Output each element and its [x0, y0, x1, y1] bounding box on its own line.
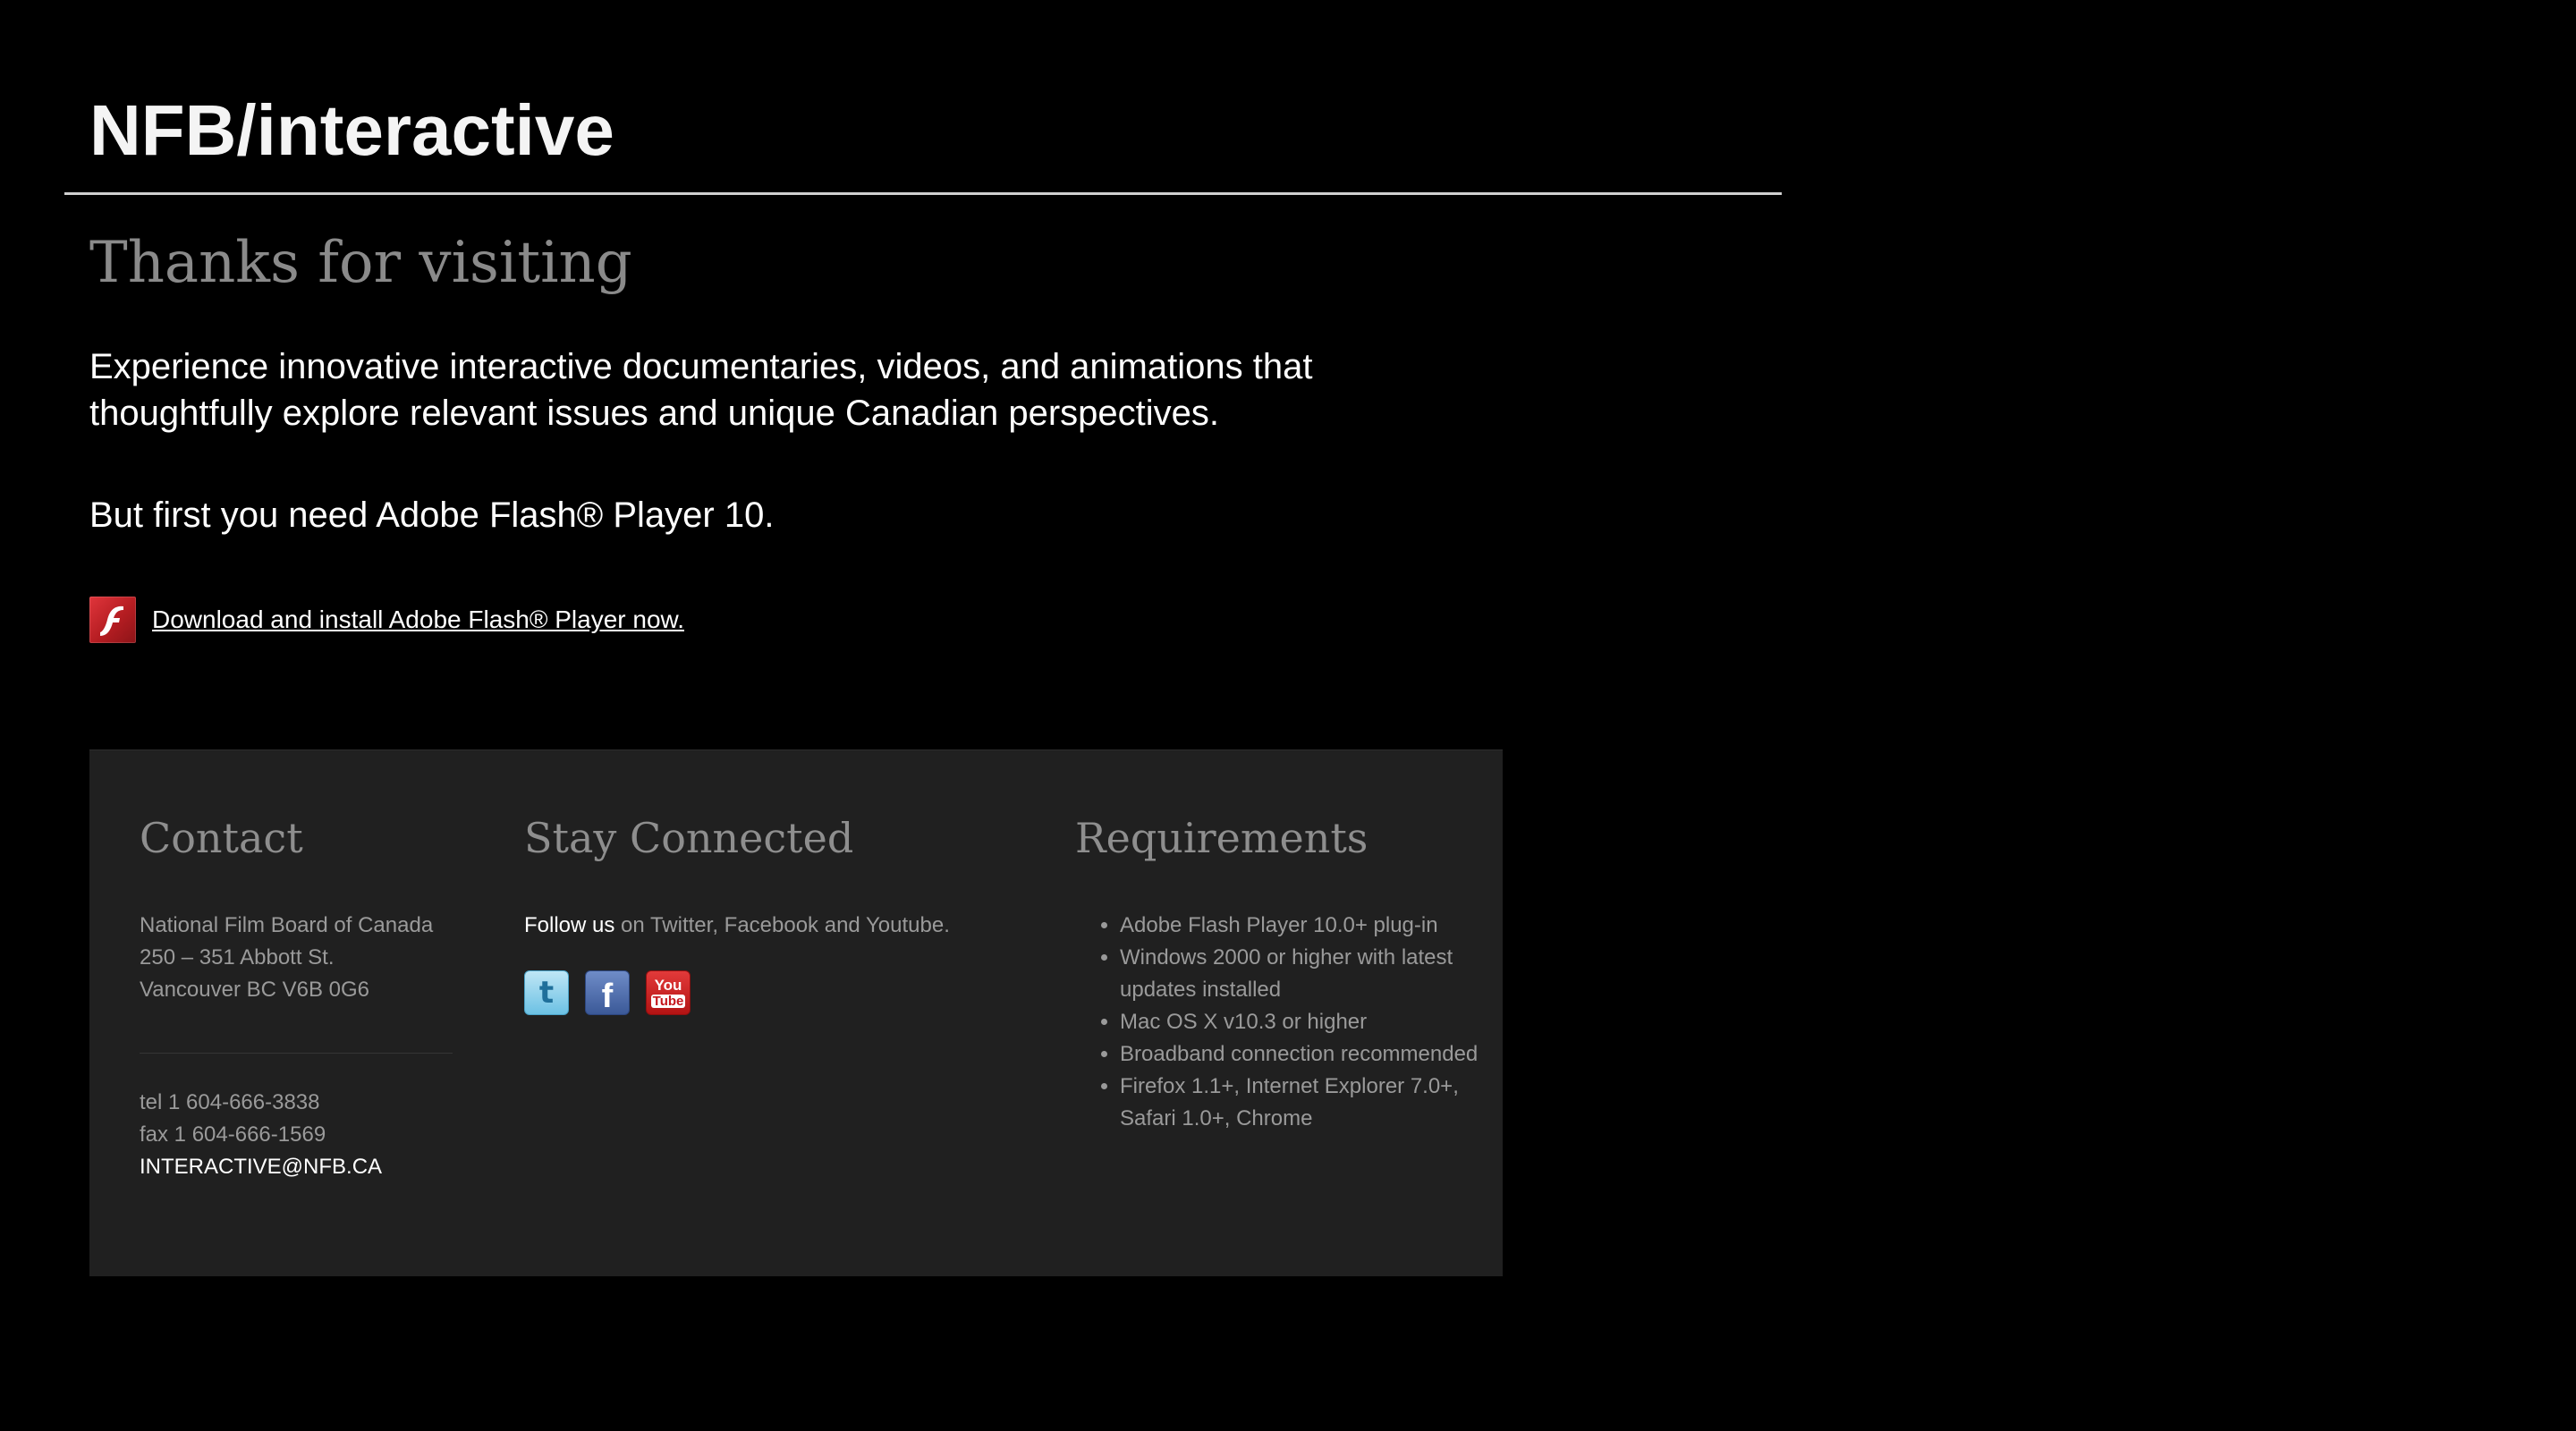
- contact-email-link[interactable]: INTERACTIVE@NFB.CA: [140, 1151, 382, 1183]
- intro-text: Experience innovative interactive docume…: [89, 347, 1313, 433]
- address-line: National Film Board of Canada: [140, 913, 434, 937]
- address-line: Vancouver BC V6B 0G6: [140, 978, 370, 1002]
- footer-panel: Contact National Film Board of Canada 25…: [89, 749, 1503, 1276]
- title-divider: [64, 192, 1782, 195]
- fax-number: fax 1 604-666-1569: [140, 1122, 326, 1147]
- contact-address: National Film Board of Canada 250 – 351 …: [140, 910, 433, 1006]
- list-item: Firefox 1.1+, Internet Explorer 7.0+, Sa…: [1120, 1071, 1504, 1135]
- contact-phone: tel 1 604-666-3838 fax 1 604-666-1569 IN…: [140, 1087, 382, 1183]
- twitter-icon[interactable]: t: [524, 970, 569, 1015]
- tel-number: tel 1 604-666-3838: [140, 1090, 320, 1114]
- requirements-heading: Requirements: [1075, 814, 1368, 862]
- facebook-icon[interactable]: f: [585, 970, 630, 1015]
- list-item: Windows 2000 or higher with latest updat…: [1120, 942, 1504, 1006]
- follow-text: Follow us on Twitter, Facebook and Youtu…: [524, 910, 950, 942]
- flash-player-icon[interactable]: [89, 597, 136, 643]
- facebook-glyph: f: [601, 978, 614, 1015]
- contact-heading: Contact: [140, 814, 303, 862]
- list-item: Mac OS X v10.3 or higher: [1120, 1006, 1504, 1038]
- address-line: 250 – 351 Abbott St.: [140, 945, 335, 970]
- download-row: Download and install Adobe Flash® Player…: [89, 596, 684, 644]
- twitter-glyph: t: [538, 975, 555, 1011]
- follow-us-link[interactable]: Follow us: [524, 913, 614, 937]
- list-item: Broadband connection recommended: [1120, 1038, 1504, 1071]
- requirements-list: Adobe Flash Player 10.0+ plug-in Windows…: [1088, 910, 1504, 1135]
- youtube-tube-text: Tube: [650, 994, 686, 1009]
- contact-divider: [140, 1053, 453, 1054]
- follow-rest: on Twitter, Facebook and Youtube.: [614, 913, 950, 937]
- youtube-you-text: You: [654, 977, 682, 994]
- youtube-icon[interactable]: You Tube: [646, 970, 691, 1015]
- social-icons: t f You Tube: [524, 970, 691, 1015]
- stay-connected-heading: Stay Connected: [524, 814, 854, 862]
- list-item: Adobe Flash Player 10.0+ plug-in: [1120, 910, 1504, 942]
- page-heading: Thanks for visiting: [89, 230, 632, 296]
- flash-requirement-text: But first you need Adobe Flash® Player 1…: [89, 495, 775, 535]
- flash-f-glyph: [100, 605, 123, 636]
- download-flash-link[interactable]: Download and install Adobe Flash® Player…: [152, 605, 684, 635]
- site-title: NFB/interactive: [89, 90, 614, 170]
